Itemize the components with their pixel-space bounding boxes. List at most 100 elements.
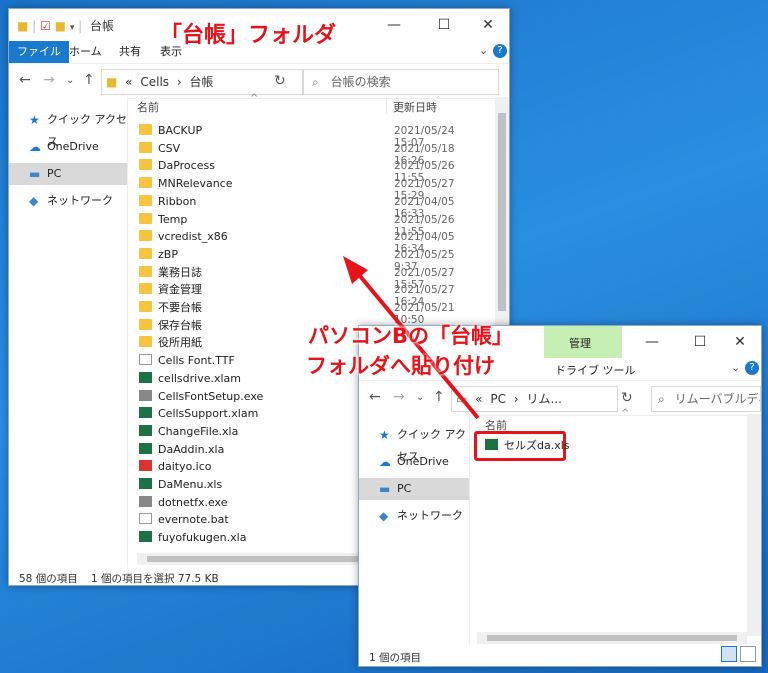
tab-file[interactable]: ファイル (9, 41, 69, 63)
file-row[interactable]: 保存台帳 (139, 317, 202, 335)
nav-quick-access[interactable]: ★ クイック アクセス (359, 424, 469, 463)
close-button-2[interactable]: ✕ (717, 326, 761, 358)
nav-network[interactable]: ◆ ネットワーク (9, 190, 127, 212)
up-arrow-icon[interactable]: ↑ (83, 72, 95, 88)
excel-file-icon (139, 407, 152, 419)
file-row[interactable]: cellsdrive.xlam (139, 370, 241, 388)
navigation-pane: ★ クイック アクセス ☁ OneDrive ▬ PC ◆ ネットワーク (9, 97, 128, 567)
file-row[interactable]: 不要台帳 (139, 299, 202, 317)
file-row[interactable]: DaAddin.xla (139, 441, 224, 459)
ribbon-expand-icon[interactable]: ⌄ (731, 361, 740, 374)
nav-onedrive[interactable]: ☁ OneDrive (9, 136, 127, 158)
file-row[interactable]: MNRelevance (139, 175, 233, 193)
breadcrumb-pc[interactable]: PC (490, 392, 506, 406)
excel-file-icon (139, 442, 152, 454)
scrollbar-thumb[interactable] (498, 113, 506, 311)
details-view-icon[interactable] (721, 646, 737, 662)
file-name: evernote.bat (158, 513, 229, 527)
help-icon[interactable]: ? (493, 44, 507, 58)
file-row[interactable]: fuyofukugen.xla (139, 529, 246, 547)
nav-pc[interactable]: ▬ PC (359, 478, 469, 500)
breadcrumb-sep: › (176, 75, 182, 89)
folder-icon (139, 159, 152, 171)
drive-tools-tab[interactable]: ドライブ ツール (555, 362, 636, 378)
close-button[interactable]: ✕ (465, 9, 509, 41)
refresh-icon[interactable]: ↻ (274, 73, 286, 89)
properties-icon[interactable]: ☑ (40, 19, 51, 33)
file-row[interactable]: zBP (139, 246, 178, 264)
minimize-button[interactable]: — (371, 9, 417, 41)
file-row[interactable]: 業務日誌 (139, 264, 202, 282)
file-row[interactable]: vcredist_x86 (139, 228, 228, 246)
ribbon-expand-icon[interactable]: ⌄ (479, 44, 488, 57)
file-name: fuyofukugen.xla (158, 531, 247, 545)
tab-manage[interactable]: 管理 (569, 335, 591, 351)
file-row[interactable]: BACKUP (139, 122, 202, 140)
file-row[interactable]: 役所用紙 (139, 334, 202, 352)
quick-access-toolbar[interactable]: ■ | ☑ ■ ▾ | 台帳 (17, 17, 114, 34)
file-row[interactable]: CSV (139, 140, 180, 158)
breadcrumb-overflow[interactable]: « (125, 75, 132, 89)
excel-file-icon (139, 478, 152, 489)
help-icon[interactable]: ? (745, 361, 759, 375)
file-row[interactable]: ChangeFile.xla (139, 423, 238, 441)
nav-network[interactable]: ◆ ネットワーク (359, 505, 469, 527)
maximize-button[interactable]: ☐ (421, 9, 467, 41)
search-box-2[interactable]: ⌕ リムーバブルディスク (651, 386, 761, 412)
search-icon: ⌕ (658, 392, 665, 406)
file-row[interactable]: Ribbon (139, 193, 196, 211)
file-name: DaProcess (158, 159, 215, 173)
file-row[interactable]: 資金管理 (139, 281, 202, 299)
refresh-icon[interactable]: ↻ (621, 390, 633, 406)
drive-icon: ▭ (456, 392, 468, 406)
forward-arrow-icon[interactable]: → (43, 72, 55, 88)
breadcrumb-cells[interactable]: Cells (140, 75, 169, 89)
file-row[interactable]: Temp (139, 211, 187, 229)
file-row[interactable]: CellsFontSetup.exe (139, 388, 263, 406)
search-box[interactable]: ⌕ 台帳の検索 (303, 69, 499, 95)
nav-onedrive[interactable]: ☁ OneDrive (359, 451, 469, 473)
file-row[interactable]: evernote.bat (139, 511, 229, 529)
up-arrow-icon[interactable]: ↑ (433, 389, 445, 405)
back-arrow-icon[interactable]: ← (19, 72, 31, 88)
file-row[interactable]: DaMenu.xls (139, 476, 222, 494)
sort-chevron-icon[interactable]: ^ (250, 93, 258, 104)
tab-home[interactable]: ホーム (61, 41, 110, 63)
column-date[interactable]: 更新日時 (393, 99, 437, 115)
address-bar[interactable]: ■ « Cells › 台帳 (101, 69, 303, 95)
large-icons-view-icon[interactable] (740, 646, 756, 662)
network-icon: ◆ (29, 194, 39, 208)
back-arrow-icon[interactable]: ← (369, 389, 381, 405)
recent-dropdown-icon[interactable]: ⌄ (416, 392, 424, 403)
file-row[interactable]: dotnetfx.exe (139, 494, 227, 512)
network-icon: ◆ (379, 509, 389, 523)
breadcrumb-overflow[interactable]: « (475, 392, 482, 406)
nav-quick-access[interactable]: ★ クイック アクセス (9, 109, 127, 148)
breadcrumb-daicho[interactable]: 台帳 (190, 75, 214, 89)
file-name: daityo.ico (158, 460, 212, 474)
address-bar-2[interactable]: ▭ « PC › リム... (451, 386, 618, 412)
column-divider[interactable] (386, 97, 387, 113)
breadcrumb-removable[interactable]: リム... (526, 392, 561, 406)
vertical-scrollbar-2[interactable] (747, 414, 761, 636)
forward-arrow-icon[interactable]: → (393, 389, 405, 405)
folder-icon (139, 283, 152, 295)
file-name: 保存台帳 (158, 318, 202, 332)
horizontal-scrollbar-2[interactable] (477, 632, 747, 644)
hscroll-thumb-2[interactable] (487, 635, 737, 641)
file-row[interactable]: CellsSupport.xlam (139, 405, 258, 423)
file-row[interactable]: DaProcess (139, 157, 215, 175)
folder-icon (139, 230, 152, 242)
recent-dropdown-icon[interactable]: ⌄ (66, 75, 74, 86)
file-row[interactable]: Cells Font.TTF (139, 352, 235, 370)
file-row[interactable]: daityo.ico (139, 458, 211, 476)
column-name[interactable]: 名前 (137, 99, 159, 115)
sort-chevron-icon[interactable]: ^ (621, 408, 629, 419)
file-row-selzu[interactable]: セルズda.xls (485, 437, 570, 455)
nav-pc[interactable]: ▬ PC (9, 163, 127, 185)
minimize-button-2[interactable]: — (629, 326, 675, 358)
new-folder-icon[interactable]: ■ (55, 19, 66, 33)
file-name: vcredist_x86 (158, 230, 228, 244)
tab-share[interactable]: 共有 (111, 41, 149, 63)
dropdown-icon[interactable]: ▾ (70, 23, 75, 33)
